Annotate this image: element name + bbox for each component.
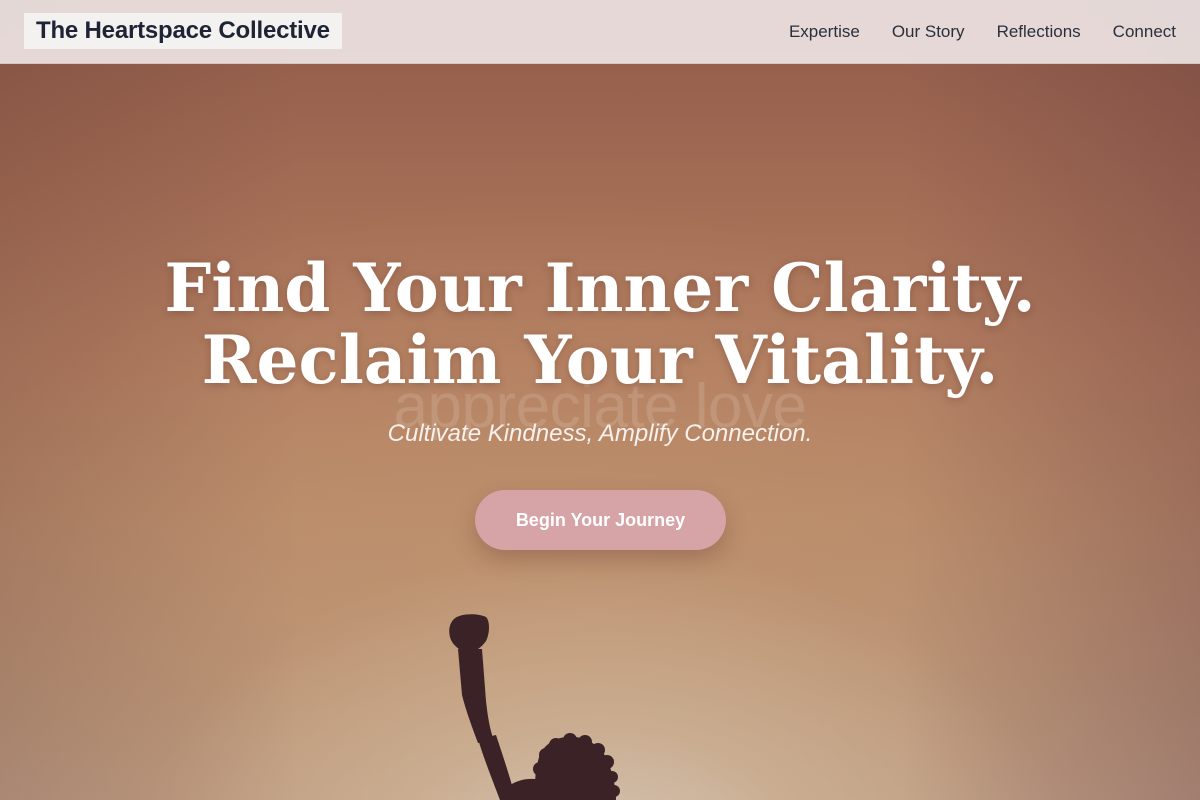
brand-logo[interactable]: The Heartspace Collective <box>24 13 342 49</box>
begin-journey-button[interactable]: Begin Your Journey <box>475 490 726 550</box>
landing-page: The Heartspace Collective Expertise Our … <box>0 0 1200 800</box>
nav-link-our-story[interactable]: Our Story <box>892 22 965 42</box>
main-nav: Expertise Our Story Reflections Connect <box>789 0 1176 64</box>
nav-link-reflections[interactable]: Reflections <box>997 22 1081 42</box>
nav-link-connect[interactable]: Connect <box>1113 22 1176 42</box>
hero-section: appreciate love Find Your Inner Clarity.… <box>0 64 1200 800</box>
site-header: The Heartspace Collective Expertise Our … <box>0 0 1200 64</box>
hero-headline-line-2: Reclaim Your Vitality. <box>201 321 999 399</box>
hero-headline: Find Your Inner Clarity. Reclaim Your Vi… <box>0 252 1200 396</box>
hero-subheadline: Cultivate Kindness, Amplify Connection. <box>387 420 813 447</box>
raised-fist-silhouette-icon <box>449 614 620 800</box>
nav-link-expertise[interactable]: Expertise <box>789 22 860 42</box>
hero-headline-line-1: Find Your Inner Clarity. <box>164 249 1036 327</box>
